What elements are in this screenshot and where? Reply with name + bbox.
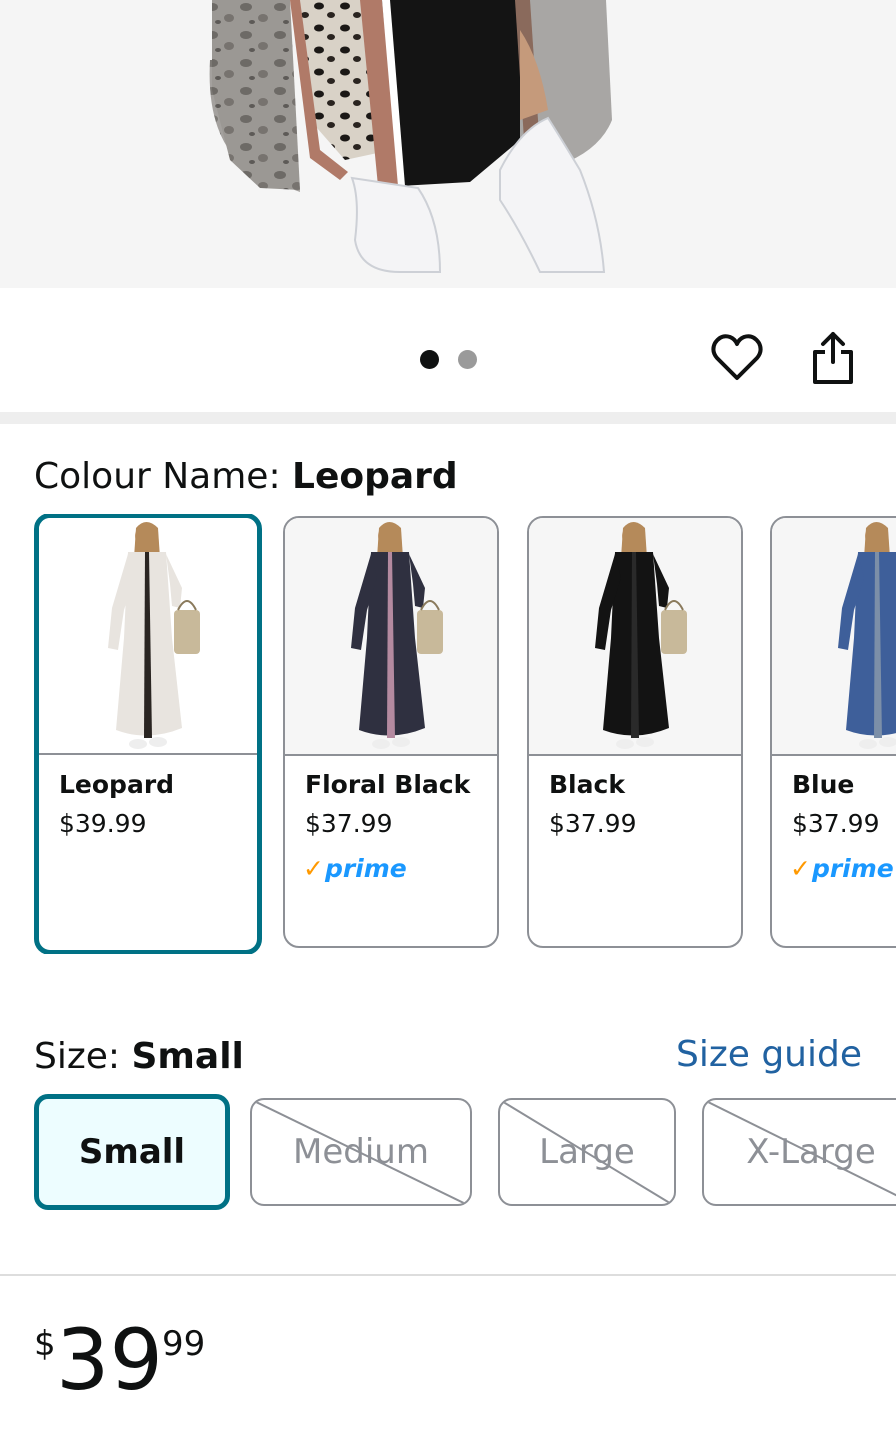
size-option-large[interactable]: Large (498, 1098, 676, 1206)
size-option-label: X-Large (746, 1132, 876, 1172)
size-option-label: Small (78, 1132, 186, 1172)
swatch-thumbnail (772, 518, 896, 756)
section-divider (0, 412, 896, 424)
prime-badge: ✓prime (303, 854, 407, 883)
dress-thumbnail-icon (351, 522, 443, 749)
dress-thumbnail-icon (595, 522, 687, 749)
colour-swatch-list: Leopard $39.99 Floral Black $37.99 ✓prim… (0, 514, 896, 954)
prime-check-icon: ✓ (303, 854, 324, 883)
swatch-name: Leopard (59, 770, 175, 799)
colour-swatch-leopard[interactable]: Leopard $39.99 (34, 514, 262, 954)
prime-label: prime (324, 854, 407, 883)
dress-photo (209, 0, 612, 273)
colour-swatch-blue[interactable]: Blue $37.99 ✓prime (770, 516, 896, 948)
swatch-thumbnail (39, 518, 257, 755)
swatch-thumbnail (529, 518, 741, 756)
product-image[interactable] (0, 0, 896, 288)
prime-check-icon: ✓ (790, 854, 811, 883)
colour-label-text: Colour Name: (34, 456, 293, 497)
size-option-label: Medium (293, 1132, 429, 1172)
swatch-price: $39.99 (59, 809, 147, 838)
prime-label: prime (811, 854, 894, 883)
colour-name-label: Colour Name: Leopard (34, 456, 458, 497)
dress-thumbnail-icon (838, 522, 896, 749)
size-guide-link[interactable]: Size guide (676, 1034, 862, 1075)
price-currency: $ (34, 1324, 56, 1364)
colour-selected-value: Leopard (292, 456, 458, 497)
size-label-text: Size: (34, 1036, 132, 1077)
size-option-small[interactable]: Small (34, 1094, 230, 1210)
size-label: Size: Small (34, 1036, 244, 1077)
price-whole: 39 (56, 1311, 163, 1409)
colour-swatch-floral-black[interactable]: Floral Black $37.99 ✓prime (283, 516, 499, 948)
swatch-price: $37.99 (792, 809, 880, 838)
size-option-medium[interactable]: Medium (250, 1098, 472, 1206)
swatch-name: Floral Black (305, 770, 471, 799)
size-option-x-large[interactable]: X-Large (702, 1098, 896, 1206)
size-option-label: Large (539, 1132, 635, 1172)
dress-thumbnail-icon (108, 522, 200, 749)
price-fraction: 99 (162, 1324, 206, 1364)
section-rule (0, 1274, 896, 1276)
image-action-bar (0, 288, 896, 412)
swatch-price: $37.99 (549, 809, 637, 838)
swatch-thumbnail (285, 518, 497, 756)
prime-badge: ✓prime (790, 854, 894, 883)
swatch-name: Black (549, 770, 625, 799)
size-selected-value: Small (131, 1036, 244, 1077)
swatch-price: $37.99 (305, 809, 393, 838)
size-option-list: Small Medium Large X-Large (0, 1090, 896, 1214)
heart-icon[interactable] (707, 328, 767, 388)
swatch-name: Blue (792, 770, 855, 799)
share-icon[interactable] (803, 328, 863, 388)
carousel-dot[interactable] (458, 350, 477, 369)
carousel-dot-active[interactable] (420, 350, 439, 369)
colour-swatch-black[interactable]: Black $37.99 (527, 516, 743, 948)
